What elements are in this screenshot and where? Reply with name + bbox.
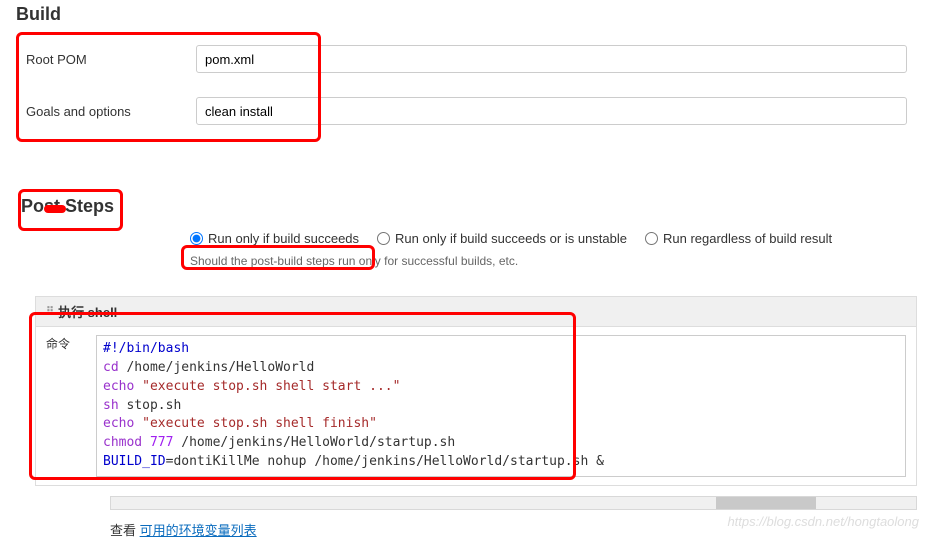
goals-input[interactable] xyxy=(196,97,907,125)
post-steps-help-text: Should the post-build steps run only for… xyxy=(0,250,933,272)
root-pom-input[interactable] xyxy=(196,45,907,73)
root-pom-row: Root POM xyxy=(0,33,933,85)
radio-regardless[interactable]: Run regardless of build result xyxy=(645,231,832,246)
root-pom-label: Root POM xyxy=(26,52,196,67)
scrollbar-thumb[interactable] xyxy=(716,497,816,509)
radio-succeeds-label: Run only if build succeeds xyxy=(208,231,359,246)
radio-regardless-label: Run regardless of build result xyxy=(663,231,832,246)
post-steps-radio-row: Run only if build succeeds Run only if b… xyxy=(0,225,933,250)
radio-unstable-label: Run only if build succeeds or is unstabl… xyxy=(395,231,627,246)
goals-label: Goals and options xyxy=(26,104,196,119)
horizontal-scrollbar[interactable] xyxy=(110,496,917,510)
execute-shell-header[interactable]: ⠿ 执行 shell xyxy=(36,297,916,327)
radio-succeeds-input[interactable] xyxy=(190,232,203,245)
post-steps-title: Post Steps xyxy=(0,192,933,225)
radio-regardless-input[interactable] xyxy=(645,232,658,245)
radio-succeeds[interactable]: Run only if build succeeds xyxy=(190,231,359,246)
drag-handle-icon[interactable]: ⠿ xyxy=(46,305,52,318)
shell-command-label: 命令 xyxy=(46,335,96,477)
env-vars-text-prefix: 查看 xyxy=(110,523,140,538)
radio-unstable-input[interactable] xyxy=(377,232,390,245)
goals-row: Goals and options xyxy=(0,85,933,137)
shell-command-textarea[interactable]: #!/bin/bash cd /home/jenkins/HelloWorld … xyxy=(96,335,906,477)
env-vars-link[interactable]: 可用的环境变量列表 xyxy=(140,523,257,538)
build-section-title: Build xyxy=(0,0,933,33)
execute-shell-title: 执行 shell xyxy=(58,302,117,321)
radio-unstable[interactable]: Run only if build succeeds or is unstabl… xyxy=(377,231,627,246)
execute-shell-block: ⠿ 执行 shell 命令 #!/bin/bash cd /home/jenki… xyxy=(35,296,917,486)
env-vars-footer: 查看 可用的环境变量列表 xyxy=(0,510,933,539)
